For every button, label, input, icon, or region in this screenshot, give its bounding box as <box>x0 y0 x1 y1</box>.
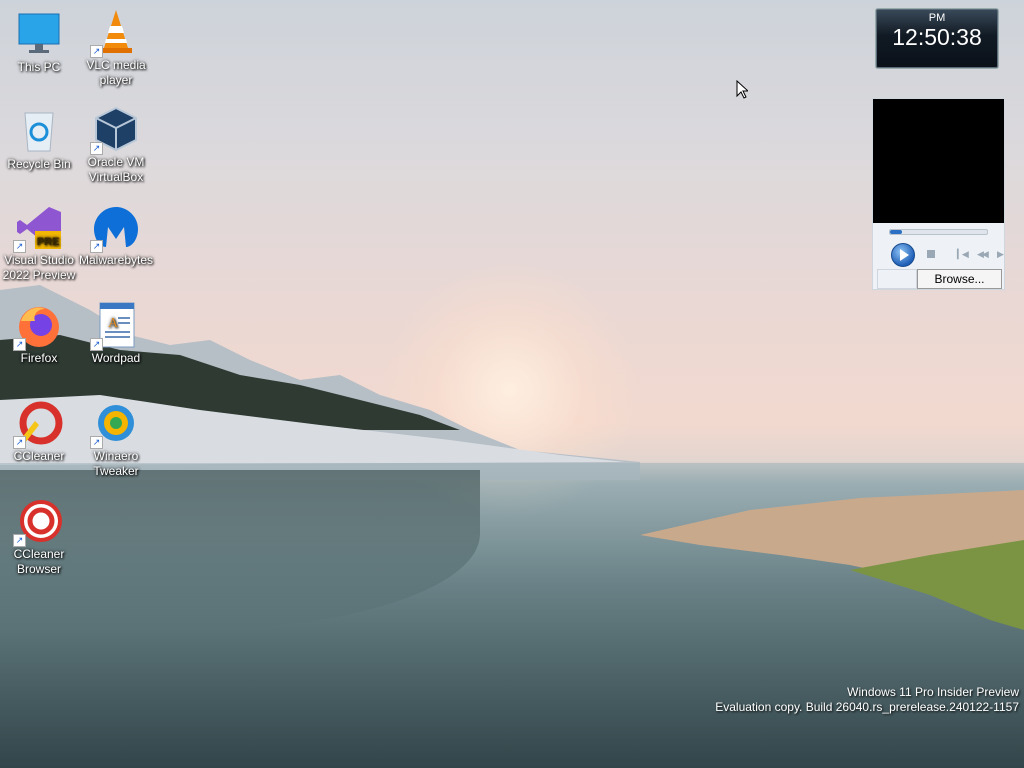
desktop-icon-ccleaner[interactable]: ↗ CCleaner <box>1 399 77 464</box>
forward-icon[interactable]: ▶ <box>997 249 1004 260</box>
media-seek-fill <box>890 230 902 234</box>
desktop-icon-label: Oracle VM VirtualBox <box>87 155 145 184</box>
winaero-tweaker-icon: ↗ <box>90 399 140 449</box>
shortcut-arrow-icon: ↗ <box>13 534 26 547</box>
desktop-icon-label: Wordpad <box>91 351 141 365</box>
desktop-icon-visual-studio[interactable]: PRE ↗ Visual Studio 2022 Preview <box>1 203 77 283</box>
desktop-icon-recycle-bin[interactable]: Recycle Bin <box>1 107 77 172</box>
desktop-icon-malwarebytes[interactable]: ↗ Malwarebytes <box>78 203 154 268</box>
desktop-icon-label: Malwarebytes <box>78 253 154 267</box>
wordpad-icon: A ↗ <box>90 301 140 351</box>
browse-button[interactable]: Browse... <box>917 269 1002 289</box>
vlc-cone-icon: ↗ <box>90 8 140 58</box>
ccleaner-icon: ↗ <box>13 399 63 449</box>
desktop-icon-label: CCleaner Browser <box>13 547 65 576</box>
shortcut-arrow-icon: ↗ <box>90 240 103 253</box>
shortcut-arrow-icon: ↗ <box>13 240 26 253</box>
shortcut-arrow-icon: ↗ <box>90 338 103 351</box>
desktop-icon-label: Recycle Bin <box>7 157 71 171</box>
desktop-icon-label: CCleaner <box>13 449 65 463</box>
desktop-icon-virtualbox[interactable]: ↗ Oracle VM VirtualBox <box>78 105 154 185</box>
virtualbox-cube-icon: ↗ <box>90 105 140 155</box>
desktop-icon-ccleaner-browser[interactable]: ↗ CCleaner Browser <box>1 497 77 577</box>
shortcut-arrow-icon: ↗ <box>13 436 26 449</box>
shortcut-arrow-icon: ↗ <box>90 142 103 155</box>
stop-icon[interactable] <box>927 250 935 258</box>
svg-text:A: A <box>108 316 119 331</box>
media-video-area <box>873 99 1004 223</box>
ccleaner-browser-icon: ↗ <box>13 497 63 547</box>
desktop-icon-winaero-tweaker[interactable]: ↗ Winaero Tweaker <box>78 399 154 479</box>
clock-time: 12:50:38 <box>892 24 982 50</box>
mouse-cursor-icon <box>736 80 748 99</box>
previous-track-icon[interactable]: ▎◀ <box>957 249 969 260</box>
media-player-gadget[interactable]: ▎◀ ◀◀ ▶ <box>872 98 1005 290</box>
shortcut-arrow-icon: ↗ <box>90 45 103 58</box>
desktop-icon-label: Visual Studio 2022 Preview <box>2 253 76 282</box>
shortcut-arrow-icon: ↗ <box>90 436 103 449</box>
desktop-icon-firefox[interactable]: ↗ Firefox <box>1 301 77 366</box>
media-controls: ▎◀ ◀◀ ▶ <box>873 239 1004 267</box>
desktop-icon-label: VLC media player <box>86 58 146 87</box>
desktop-icon-label: Firefox <box>20 351 58 365</box>
shortcut-arrow-icon: ↗ <box>13 338 26 351</box>
svg-text:PRE: PRE <box>37 236 60 248</box>
windows-watermark: Windows 11 Pro Insider Preview Evaluatio… <box>715 685 1019 715</box>
clock-ampm: PM <box>928 12 946 24</box>
desktop-icon-vlc[interactable]: ↗ VLC media player <box>78 8 154 88</box>
desktop-icon-label: Winaero Tweaker <box>93 449 139 478</box>
media-seek-bar[interactable] <box>889 229 988 235</box>
play-icon[interactable] <box>891 243 915 267</box>
watermark-edition: Windows 11 Pro Insider Preview <box>847 685 1019 699</box>
desktop-icon-this-pc[interactable]: This PC <box>1 10 77 75</box>
malwarebytes-icon: ↗ <box>90 203 140 253</box>
desktop-icon-wordpad[interactable]: A ↗ Wordpad <box>78 301 154 366</box>
media-file-field <box>877 269 917 289</box>
clock-gadget[interactable]: PM 12:50:38 <box>875 8 999 69</box>
visual-studio-preview-icon: PRE ↗ <box>13 203 63 253</box>
firefox-icon: ↗ <box>13 301 63 351</box>
watermark-build: Evaluation copy. Build 26040.rs_prerelea… <box>715 700 1019 714</box>
recycle-bin-icon <box>15 107 63 155</box>
desktop-icon-label: This PC <box>17 60 61 74</box>
wallpaper-grass-shore <box>640 490 1024 630</box>
rewind-icon[interactable]: ◀◀ <box>977 249 989 260</box>
monitor-icon <box>15 10 63 58</box>
